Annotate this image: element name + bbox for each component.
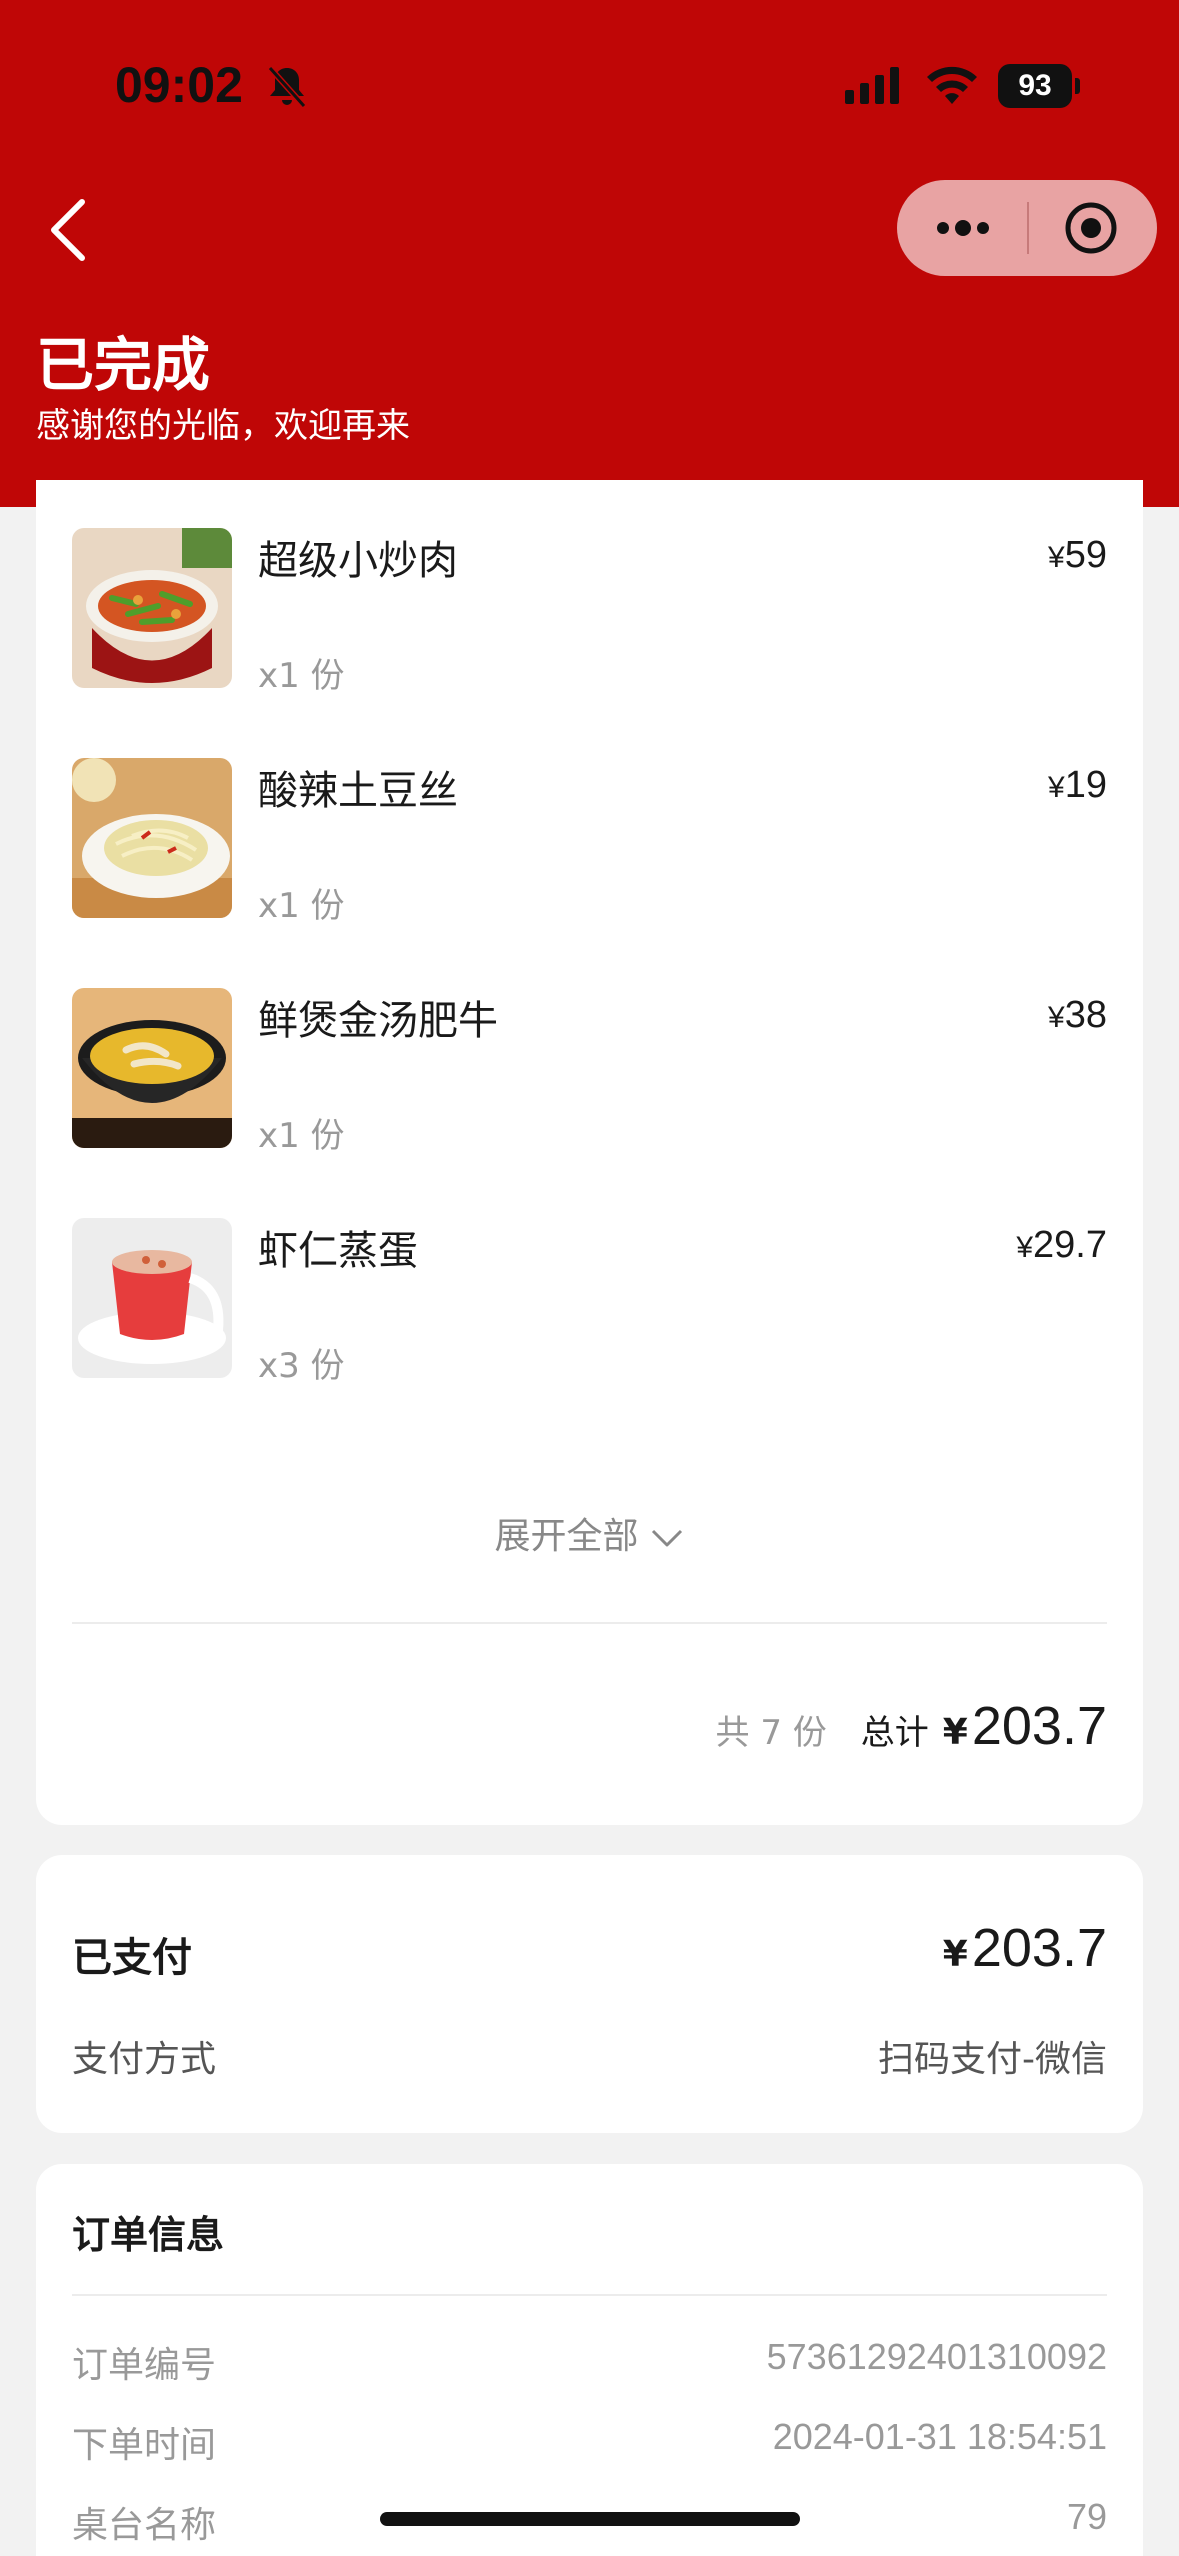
list-item[interactable]: 虾仁蒸蛋 x3 份 ¥29.7 [72,1218,1107,1386]
dish-price: ¥29.7 [1016,1224,1107,1266]
divider [72,1622,1107,1624]
table-name-label: 桌台名称 [72,2505,217,2546]
home-indicator[interactable] [380,2512,800,2526]
order-totals: 共 7 份 总计 ¥ 203.7 [716,1695,1107,1757]
expand-all-button[interactable]: 展开全部 [36,1507,1143,1559]
dish-qty: x3 份 [258,1346,345,1386]
status-time: 09:02 [115,57,243,113]
dish-qty: x1 份 [258,656,345,696]
back-icon[interactable] [40,190,100,270]
bell-off-icon [267,65,307,108]
dish-qty: x1 份 [258,1116,345,1156]
target-icon[interactable] [1063,200,1119,256]
battery-icon: 93 [998,64,1080,108]
order-number-label: 订单编号 [72,2345,217,2386]
dish-price: ¥38 [1048,994,1107,1036]
payment-amount: ¥ 203.7 [943,1917,1107,1979]
expand-all-label: 展开全部 [494,1516,639,1557]
payment-status: 已支付 [72,1935,192,1981]
payment-currency: ¥ [942,1934,968,1975]
order-number-value: 57361292401310092 [766,2336,1107,2377]
chevron-down-icon [651,1529,682,1547]
signal-icon [845,67,899,104]
divider [72,2294,1107,2296]
dish-image [72,758,232,918]
dish-image [72,528,232,688]
dish-image [72,988,232,1148]
payment-method-value: 扫码支付-微信 [878,2039,1107,2080]
dish-qty: x1 份 [258,886,345,926]
page-title: 已完成 [36,331,211,399]
mini-program-capsule [897,180,1157,276]
capsule-divider [1027,202,1029,254]
dish-name: 超级小炒肉 [258,538,458,584]
table-name-value: 79 [1066,2496,1107,2537]
order-info-card: 订单信息 订单编号 57361292401310092 下单时间 2024-01… [36,2164,1143,2556]
page-subtitle: 感谢您的光临，欢迎再来 [36,406,410,446]
order-info-title: 订单信息 [72,2213,225,2257]
list-item[interactable]: 超级小炒肉 x1 份 ¥59 [72,528,1107,696]
total-label: 总计 [860,1713,929,1753]
dish-name: 鲜煲金汤肥牛 [258,998,498,1044]
total-amount: 203.7 [971,1696,1107,1756]
order-time-label: 下单时间 [72,2425,217,2466]
list-item[interactable]: 酸辣土豆丝 x1 份 ¥19 [72,758,1107,926]
more-icon[interactable] [933,210,993,246]
order-time-value: 2024-01-31 18:54:51 [772,2416,1107,2457]
dish-price: ¥59 [1048,534,1107,576]
header: 09:02 93 已完成 感谢您的光临，欢迎再来 [0,0,1179,507]
dish-image [72,1218,232,1378]
wifi-icon [927,66,977,104]
total-count: 共 7 份 [715,1713,827,1753]
dish-name: 虾仁蒸蛋 [258,1228,418,1274]
list-item[interactable]: 鲜煲金汤肥牛 x1 份 ¥38 [72,988,1107,1156]
total-currency: ¥ [942,1712,968,1753]
order-items-card: 超级小炒肉 x1 份 ¥59 酸辣土豆丝 x1 份 ¥19 鲜煲金汤肥牛 x1 … [36,480,1143,1825]
payment-method-label: 支付方式 [72,2039,217,2080]
payment-card: 已支付 ¥ 203.7 支付方式 扫码支付-微信 [36,1855,1143,2133]
payment-amount-value: 203.7 [971,1918,1107,1978]
dish-name: 酸辣土豆丝 [258,768,458,814]
dish-price: ¥19 [1048,764,1107,806]
